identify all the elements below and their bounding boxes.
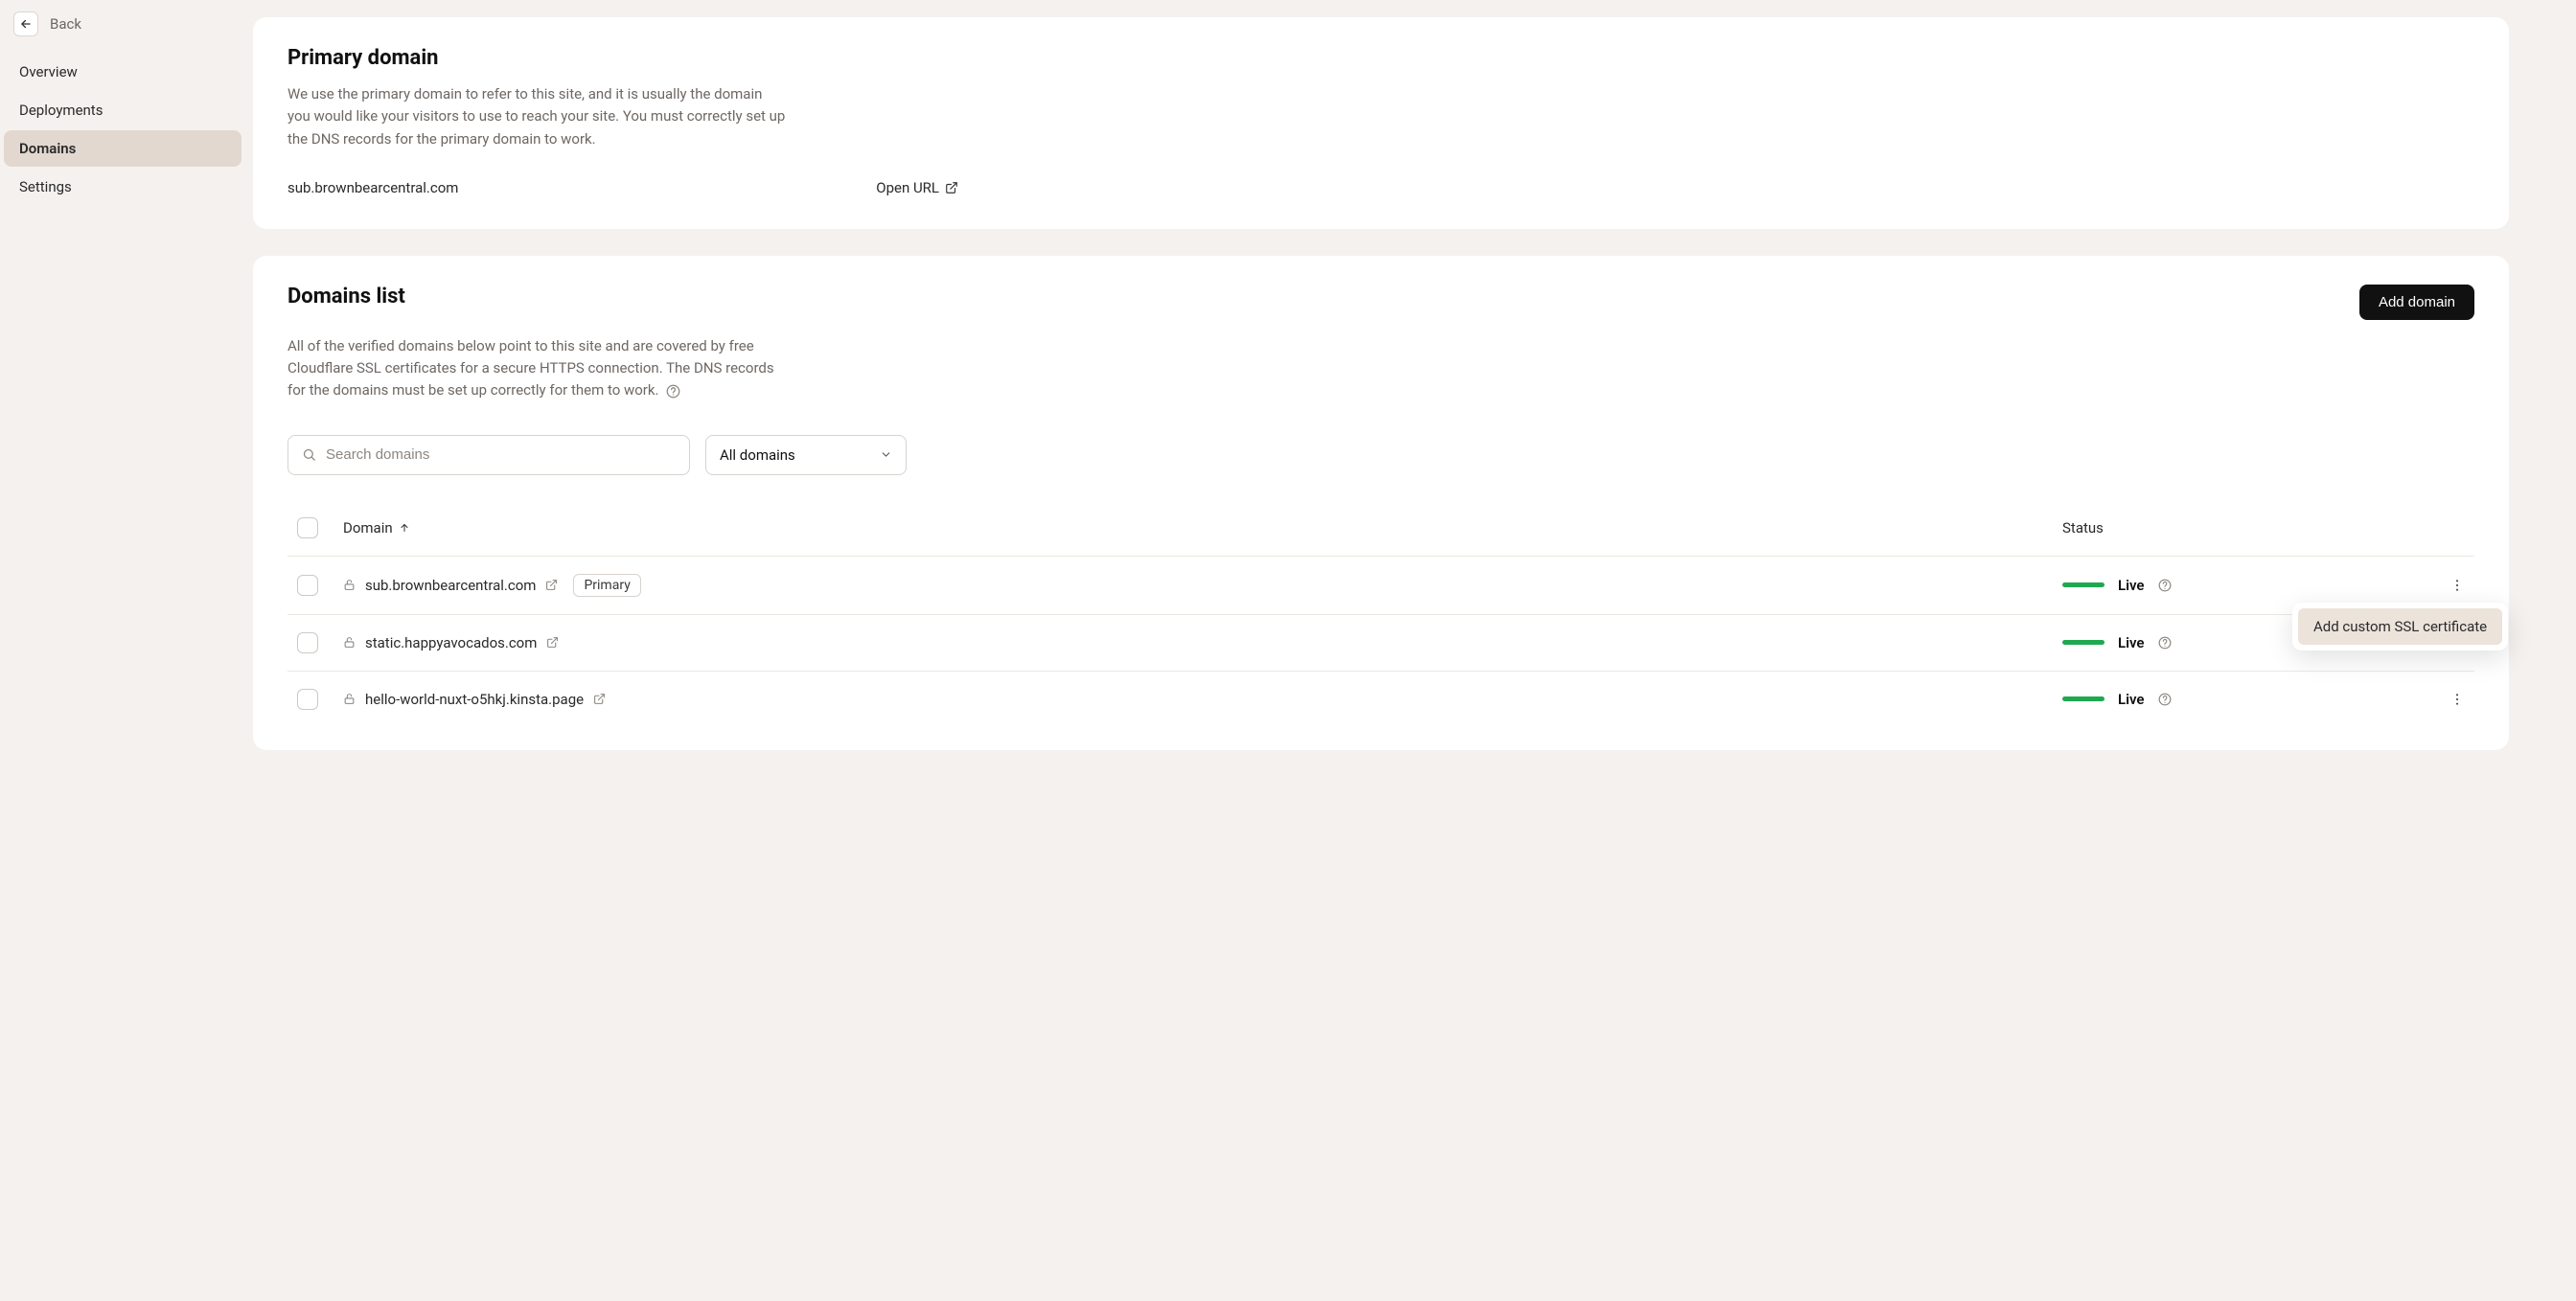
- back-button[interactable]: [13, 11, 38, 36]
- help-circle-icon[interactable]: [2158, 579, 2172, 592]
- help-circle-icon[interactable]: [666, 384, 680, 399]
- external-link-icon[interactable]: [546, 636, 559, 649]
- external-link-icon[interactable]: [593, 693, 606, 705]
- more-vertical-icon: [2450, 578, 2465, 593]
- help-circle-icon[interactable]: [2158, 636, 2172, 650]
- open-url-label: Open URL: [876, 179, 939, 196]
- add-domain-button[interactable]: Add domain: [2359, 285, 2474, 320]
- domain-filter-value: All domains: [720, 446, 795, 464]
- row-context-menu: Add custom SSL certificate: [2292, 603, 2508, 650]
- domain-filter-select[interactable]: All domains: [705, 435, 907, 475]
- domain-name: sub.brownbearcentral.com: [365, 577, 536, 594]
- back-label: Back: [50, 15, 81, 33]
- select-all-checkbox[interactable]: [297, 517, 318, 538]
- arrow-left-icon: [19, 17, 33, 31]
- external-link-icon[interactable]: [545, 579, 558, 591]
- domains-list-desc: All of the verified domains below point …: [288, 335, 786, 402]
- primary-domain-card: Primary domain We use the primary domain…: [253, 17, 2509, 229]
- external-link-icon: [945, 181, 958, 194]
- row-checkbox[interactable]: [297, 689, 318, 710]
- status-indicator: [2062, 696, 2104, 701]
- column-status: Status: [2062, 519, 2104, 536]
- row-actions-menu[interactable]: [2407, 578, 2465, 593]
- chevron-down-icon: [880, 448, 892, 461]
- status-label: Live: [2118, 634, 2145, 651]
- search-icon: [302, 447, 316, 462]
- lock-open-icon: [343, 636, 356, 649]
- primary-domain-desc: We use the primary domain to refer to th…: [288, 83, 786, 150]
- lock-open-icon: [343, 693, 356, 705]
- primary-domain-value: sub.brownbearcentral.com: [288, 179, 458, 196]
- nav-item-deployments[interactable]: Deployments: [4, 92, 242, 128]
- lock-open-icon: [343, 579, 356, 591]
- open-url-link[interactable]: Open URL: [876, 179, 958, 196]
- search-domains-box[interactable]: [288, 435, 690, 475]
- domain-name: static.happyavocados.com: [365, 634, 537, 651]
- nav-item-settings[interactable]: Settings: [4, 169, 242, 205]
- status-label: Live: [2118, 577, 2145, 594]
- table-row: sub.brownbearcentral.com Primary Live: [288, 557, 2474, 615]
- sort-asc-icon: [399, 522, 410, 534]
- column-domain[interactable]: Domain: [343, 519, 393, 536]
- domains-list-card: Domains list Add domain All of the verif…: [253, 256, 2509, 750]
- nav-item-domains[interactable]: Domains: [4, 130, 242, 167]
- domain-name: hello-world-nuxt-o5hkj.kinsta.page: [365, 691, 584, 708]
- table-row: static.happyavocados.com Live: [288, 615, 2474, 672]
- status-indicator: [2062, 582, 2104, 587]
- nav-item-overview[interactable]: Overview: [4, 54, 242, 90]
- help-circle-icon[interactable]: [2158, 693, 2172, 706]
- search-domains-input[interactable]: [326, 446, 676, 463]
- primary-badge: Primary: [573, 574, 640, 597]
- more-vertical-icon: [2450, 692, 2465, 707]
- status-label: Live: [2118, 691, 2145, 708]
- primary-domain-title: Primary domain: [288, 46, 2474, 70]
- status-indicator: [2062, 640, 2104, 645]
- table-row: hello-world-nuxt-o5hkj.kinsta.page Live: [288, 672, 2474, 727]
- domains-table: Domain Status sub.brownbearcentral.com: [288, 500, 2474, 727]
- row-checkbox[interactable]: [297, 575, 318, 596]
- row-actions-menu[interactable]: [2407, 692, 2465, 707]
- row-checkbox[interactable]: [297, 632, 318, 653]
- menu-item-add-custom-ssl[interactable]: Add custom SSL certificate: [2298, 608, 2502, 645]
- domains-list-title: Domains list: [288, 285, 405, 308]
